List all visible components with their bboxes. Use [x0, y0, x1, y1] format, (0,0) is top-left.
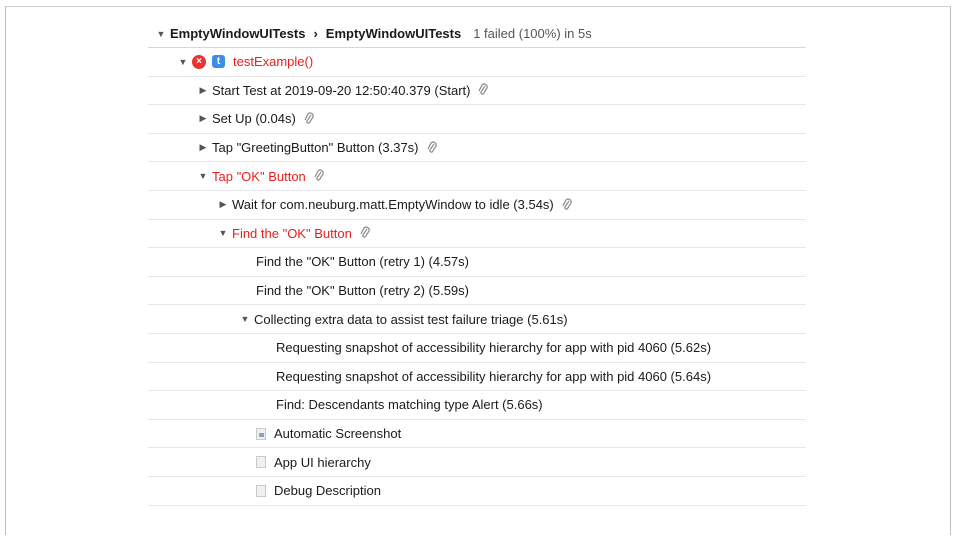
failure-x-icon: × [192, 54, 206, 69]
disclosure-open-icon[interactable]: ▼ [176, 57, 190, 67]
disclosure-open-icon[interactable]: ▼ [238, 314, 252, 324]
activity-row[interactable]: Requesting snapshot of accessibility hie… [148, 334, 806, 363]
attachment-row-hierarchy[interactable]: App UI hierarchy [148, 448, 806, 477]
disclosure-closed-icon[interactable]: ▶ [216, 199, 230, 210]
activity-label: Find the "OK" Button (retry 2) (5.59s) [256, 283, 469, 299]
test-name: testExample() [233, 54, 314, 70]
activity-row[interactable]: ▶ Start Test at 2019-09-20 12:50:40.379 … [148, 77, 806, 106]
activity-label: Find: Descendants matching type Alert (5… [276, 397, 543, 413]
activity-row[interactable]: Find the "OK" Button (retry 1) (4.57s) [148, 248, 806, 277]
activity-row[interactable]: ▶ Set Up (0.04s) [148, 105, 806, 134]
activity-row[interactable]: Find: Descendants matching type Alert (5… [148, 391, 806, 420]
activity-row[interactable]: Requesting snapshot of accessibility hie… [148, 363, 806, 392]
activity-row[interactable]: ▶ Wait for com.neuburg.matt.EmptyWindow … [148, 191, 806, 220]
activity-label: Tap "OK" Button [212, 168, 306, 184]
disclosure-closed-icon[interactable]: ▶ [196, 85, 210, 96]
attachment-row-debug[interactable]: Debug Description [148, 477, 806, 506]
suite-path-root: EmptyWindowUITests [170, 26, 306, 41]
attachment-paperclip-icon[interactable] [304, 112, 314, 126]
activity-row[interactable]: Find the "OK" Button (retry 2) (5.59s) [148, 277, 806, 306]
activity-label: Set Up (0.04s) [212, 111, 296, 127]
test-suite-header[interactable]: ▼ EmptyWindowUITests › EmptyWindowUITest… [148, 20, 806, 48]
attachment-paperclip-icon[interactable] [314, 169, 324, 183]
activity-label: Wait for com.neuburg.matt.EmptyWindow to… [232, 197, 554, 213]
path-separator: › [313, 26, 318, 41]
attachment-paperclip-icon[interactable] [562, 198, 572, 212]
activity-row-failed[interactable]: ▼ Find the "OK" Button [148, 220, 806, 249]
test-row-testExample[interactable]: ▼ × t testExample() [148, 48, 806, 77]
activity-label: Collecting extra data to assist test fai… [254, 311, 568, 327]
activity-row-failed[interactable]: ▼ Tap "OK" Button [148, 162, 806, 191]
activity-label: Tap "GreetingButton" Button (3.37s) [212, 140, 419, 156]
attachment-paperclip-icon[interactable] [426, 141, 437, 155]
activity-row[interactable]: ▼ Collecting extra data to assist test f… [148, 305, 806, 334]
activity-label: Find the "OK" Button (retry 1) (4.57s) [256, 254, 469, 270]
document-file-icon [256, 456, 266, 469]
disclosure-open-icon[interactable]: ▼ [216, 228, 230, 238]
disclosure-open-icon[interactable]: ▼ [196, 171, 210, 181]
attachment-label: Automatic Screenshot [274, 426, 402, 442]
document-file-icon [256, 484, 266, 497]
activity-label: Requesting snapshot of accessibility hie… [276, 340, 712, 356]
screenshot-file-icon [256, 427, 266, 440]
disclosure-closed-icon[interactable]: ▶ [196, 142, 210, 153]
activity-row[interactable]: ▶ Tap "GreetingButton" Button (3.37s) [148, 134, 806, 163]
test-type-badge-icon: t [212, 55, 225, 69]
attachment-paperclip-icon[interactable] [360, 226, 370, 240]
activity-label: Start Test at 2019-09-20 12:50:40.379 (S… [212, 82, 471, 98]
attachment-row-screenshot[interactable]: Automatic Screenshot [148, 420, 806, 449]
attachment-paperclip-icon[interactable] [478, 83, 489, 97]
test-report-outline: ▼ EmptyWindowUITests › EmptyWindowUITest… [148, 20, 806, 506]
attachment-label: Debug Description [274, 483, 381, 499]
attachment-label: App UI hierarchy [274, 454, 371, 470]
activity-label: Find the "OK" Button [232, 225, 352, 241]
activity-label: Requesting snapshot of accessibility hie… [276, 368, 712, 384]
test-summary: 1 failed (100%) in 5s [473, 26, 592, 41]
disclosure-open-icon[interactable]: ▼ [154, 29, 168, 39]
disclosure-closed-icon[interactable]: ▶ [196, 113, 210, 124]
suite-path-leaf: EmptyWindowUITests [325, 26, 462, 41]
